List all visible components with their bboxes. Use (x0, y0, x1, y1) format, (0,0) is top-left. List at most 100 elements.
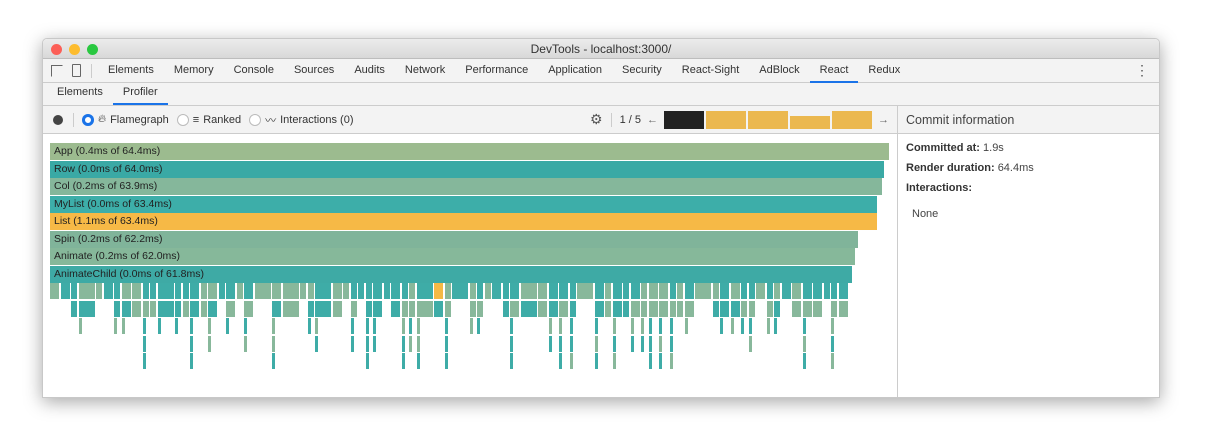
flame-node[interactable] (208, 283, 217, 299)
flame-node[interactable] (548, 300, 558, 317)
flame-node[interactable] (343, 283, 349, 299)
flame-node[interactable] (71, 300, 77, 317)
flame-node[interactable] (444, 283, 451, 299)
flame-node[interactable] (469, 283, 476, 299)
flame-node[interactable] (838, 300, 848, 317)
flame-node[interactable] (434, 300, 443, 317)
flame-node[interactable] (409, 335, 412, 352)
flame-node[interactable] (350, 335, 354, 352)
flame-node[interactable] (730, 283, 740, 299)
flame-node[interactable] (244, 283, 253, 299)
flame-node[interactable] (648, 300, 658, 317)
flame-node[interactable] (748, 283, 755, 299)
tab-adblock[interactable]: AdBlock (749, 59, 809, 83)
flame-node[interactable] (831, 335, 834, 352)
flame-node[interactable] (272, 300, 281, 317)
flame-node[interactable] (612, 335, 616, 352)
flame-node[interactable] (103, 283, 113, 299)
flame-node[interactable] (416, 300, 433, 317)
subtab-profiler[interactable]: Profiler (112, 82, 168, 105)
interactions-label[interactable]: Interactions (0) (280, 114, 353, 126)
flame-node[interactable] (365, 318, 369, 334)
flame-node[interactable] (502, 283, 509, 299)
flame-node[interactable] (538, 300, 547, 317)
tab-network[interactable]: Network (395, 59, 455, 83)
flame-node[interactable] (315, 335, 318, 352)
tab-react-sight[interactable]: React-Sight (672, 59, 749, 83)
flame-node[interactable] (175, 300, 181, 317)
flame-node[interactable] (720, 300, 729, 317)
tab-performance[interactable]: Performance (455, 59, 538, 83)
flame-node[interactable] (594, 300, 604, 317)
flame-node[interactable] (373, 335, 376, 352)
tab-memory[interactable]: Memory (164, 59, 224, 83)
flame-node[interactable] (612, 353, 616, 369)
flame-node[interactable] (648, 283, 658, 299)
flame-node[interactable] (641, 318, 644, 334)
flame-node[interactable] (78, 283, 95, 299)
flame-node[interactable] (96, 283, 102, 299)
flame-node[interactable] (569, 300, 576, 317)
flame-node[interactable] (802, 335, 806, 352)
flame-node[interactable] (538, 283, 547, 299)
flame-node[interactable] (365, 353, 369, 369)
tab-console[interactable]: Console (224, 59, 284, 83)
flame-node[interactable] (669, 353, 673, 369)
flame-node[interactable] (332, 283, 342, 299)
flame-node[interactable]: AnimateChild (0.0ms of 61.8ms) (50, 265, 853, 283)
flame-node[interactable] (669, 283, 676, 299)
flame-node[interactable] (350, 300, 357, 317)
flame-node[interactable] (175, 283, 181, 299)
flame-node[interactable] (150, 283, 156, 299)
flame-node[interactable] (315, 318, 318, 334)
flame-node[interactable] (307, 300, 314, 317)
flame-node[interactable] (695, 283, 711, 299)
flame-node[interactable] (272, 353, 275, 369)
flame-node[interactable] (307, 283, 314, 299)
flame-node[interactable] (569, 283, 576, 299)
flame-node[interactable] (766, 283, 773, 299)
flame-node[interactable] (659, 283, 668, 299)
flame-node[interactable] (226, 318, 229, 334)
flame-node[interactable] (142, 335, 146, 352)
tab-sources[interactable]: Sources (284, 59, 344, 83)
flame-node[interactable] (272, 335, 275, 352)
flame-node[interactable] (569, 353, 573, 369)
flame-node[interactable] (244, 335, 247, 352)
flame-node[interactable] (208, 335, 211, 352)
flame-node[interactable] (684, 300, 694, 317)
flame-node[interactable]: Spin (0.2ms of 62.2ms) (50, 230, 858, 248)
flame-node[interactable] (218, 283, 225, 299)
flame-node[interactable] (114, 283, 120, 299)
flame-node[interactable] (157, 318, 161, 334)
flame-node[interactable] (838, 283, 848, 299)
flame-node[interactable] (669, 335, 673, 352)
flame-node[interactable] (350, 318, 354, 334)
flame-node[interactable] (630, 283, 640, 299)
flame-node[interactable]: Row (0.0ms of 64.0ms) (50, 160, 884, 178)
commit-bar[interactable] (706, 110, 746, 129)
flame-node[interactable] (605, 300, 611, 317)
flame-node[interactable] (416, 283, 433, 299)
more-menu-icon[interactable]: ⋮ (1135, 62, 1149, 79)
flame-node[interactable] (774, 283, 780, 299)
flame-node[interactable] (409, 318, 412, 334)
ranked-label[interactable]: Ranked (203, 114, 241, 126)
tab-audits[interactable]: Audits (344, 59, 395, 83)
flame-node[interactable] (831, 353, 834, 369)
flame-node[interactable] (477, 300, 483, 317)
flame-node[interactable] (623, 300, 629, 317)
flame-node[interactable] (594, 318, 598, 334)
flame-node[interactable] (226, 283, 235, 299)
flame-node[interactable] (416, 318, 420, 334)
settings-gear-icon[interactable]: ⚙ (590, 111, 603, 128)
flame-node[interactable] (492, 283, 501, 299)
flame-node[interactable] (121, 318, 125, 334)
flame-node[interactable]: App (0.4ms of 64.4ms) (50, 143, 889, 160)
flame-node[interactable] (444, 300, 451, 317)
tab-application[interactable]: Application (538, 59, 612, 83)
flame-node[interactable] (623, 283, 629, 299)
flame-node[interactable] (548, 335, 552, 352)
flame-node[interactable] (365, 335, 369, 352)
flame-node[interactable] (244, 318, 247, 334)
